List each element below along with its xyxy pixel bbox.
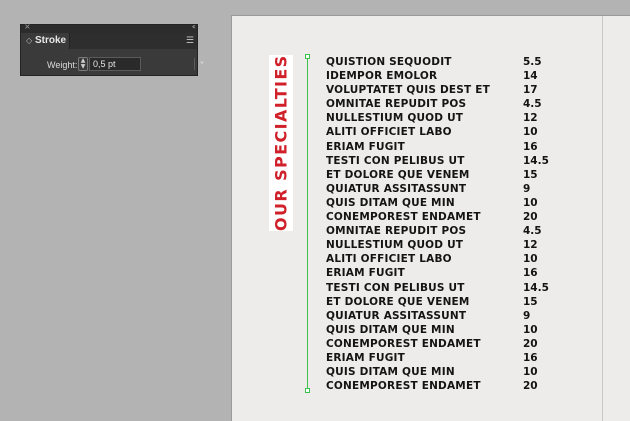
menu-item-price: 10: [523, 366, 538, 379]
menu-item: QUIS DITAM QUE MIN 10: [326, 366, 556, 380]
menu-item-price: 16: [523, 140, 538, 153]
menu-item: QUIS DITAM QUE MIN 10: [326, 324, 556, 338]
menu-item-price: 12: [523, 239, 538, 252]
menu-item-name: QUIS DITAM QUE MIN: [326, 366, 455, 379]
menu-item-name: ERIAM FUGIT: [326, 351, 405, 364]
panel-menu-icon[interactable]: ☰: [186, 36, 194, 46]
heading-text: OUR SPECIALTIES: [271, 54, 291, 231]
menu-item: ET DOLORE QUE VENEM 15: [326, 296, 556, 310]
menu-item-price: 14.5: [523, 154, 549, 167]
menu-item-price: 10: [523, 126, 538, 139]
weight-input[interactable]: 0,5 pt ▾: [89, 57, 204, 71]
menu-item-name: CONEMPOREST ENDAMET: [326, 211, 481, 224]
menu-item: IDEMPOR EMOLOR 14: [326, 70, 556, 84]
menu-item: TESTI CON PELIBUS UT 14.5: [326, 155, 556, 169]
menu-item-name: CONEMPOREST ENDAMET: [326, 337, 481, 350]
menu-item: TESTI CON PELIBUS UT 14.5: [326, 282, 556, 296]
menu-item-price: 14.5: [523, 281, 549, 294]
panel-header-bar[interactable]: × ‹‹: [21, 22, 197, 33]
menu-item-name: ALITI OFFICIET LABO: [326, 253, 452, 266]
menu-item-price: 5.5: [523, 56, 542, 68]
menu-item: ALITI OFFICIET LABO 10: [326, 126, 556, 140]
menu-item-name: OMNITAE REPUDIT POS: [326, 98, 467, 111]
menu-item-price: 4.5: [523, 98, 542, 111]
menu-item-price: 9: [523, 309, 531, 322]
tab-stroke[interactable]: ◇ Stroke: [23, 33, 70, 49]
menu-item-name: OMNITAE REPUDIT POS: [326, 225, 467, 238]
menu-item-name: IDEMPOR EMOLOR: [326, 70, 438, 83]
menu-item-price: 10: [523, 253, 538, 266]
chevron-down-icon[interactable]: ▾: [194, 58, 209, 70]
menu-item-price: 9: [523, 182, 531, 195]
menu-item-name: QUIATUR ASSITASSUNT: [326, 309, 467, 322]
menu-item-name: ERIAM FUGIT: [326, 140, 405, 153]
menu-item: ERIAM FUGIT 16: [326, 141, 556, 155]
menu-item: NULLESTIUM QUOD UT 12: [326, 112, 556, 126]
menu-item-price: 10: [523, 196, 538, 209]
menu-item-name: NULLESTIUM QUOD UT: [326, 239, 464, 252]
menu-item-price: 15: [523, 295, 538, 308]
menu-item-price: 16: [523, 351, 538, 364]
collapse-icon[interactable]: ‹‹: [192, 22, 197, 32]
menu-item: OMNITAE REPUDIT POS 4.5: [326, 225, 556, 239]
menu-item-name: CONEMPOREST ENDAMET: [326, 380, 481, 393]
menu-item-price: 20: [523, 380, 538, 393]
menu-item: ERIAM FUGIT 16: [326, 267, 556, 281]
heading-frame[interactable]: OUR SPECIALTIES: [269, 54, 293, 231]
line-handle-bottom[interactable]: [305, 388, 310, 393]
menu-item-name: ERIAM FUGIT: [326, 267, 405, 280]
menu-item-price: 14: [523, 70, 538, 83]
weight-value: 0,5 pt: [93, 59, 116, 69]
menu-item: ERIAM FUGIT 16: [326, 352, 556, 366]
selected-line[interactable]: [307, 56, 308, 391]
menu-item: VOLUPTATET QUIS DEST ET 17: [326, 84, 556, 98]
menu-item: CONEMPOREST ENDAMET 20: [326, 338, 556, 352]
stepper-down-icon[interactable]: ▼: [79, 64, 87, 70]
menu-item: QUIATUR ASSITASSUNT 9: [326, 183, 556, 197]
stroke-panel: × ‹‹ ◇ Stroke ☰ Weight: ▲ ▼ 0,5 pt ▾: [20, 22, 204, 76]
menu-item: QUIATUR ASSITASSUNT 9: [326, 310, 556, 324]
weight-stepper[interactable]: ▲ ▼: [78, 57, 88, 71]
line-handle-top[interactable]: [305, 54, 310, 59]
menu-item-price: 12: [523, 112, 538, 125]
menu-item-name: ALITI OFFICIET LABO: [326, 126, 452, 139]
menu-item-name: QUIS DITAM QUE MIN: [326, 323, 455, 336]
menu-item-price: 15: [523, 168, 538, 181]
weight-label: Weight:: [47, 60, 78, 70]
menu-item: ALITI OFFICIET LABO 10: [326, 253, 556, 267]
menu-item-name: ET DOLORE QUE VENEM: [326, 295, 470, 308]
menu-item-price: 16: [523, 267, 538, 280]
menu-item-name: QUIS DITAM QUE MIN: [326, 196, 455, 209]
menu-item-price: 10: [523, 323, 538, 336]
menu-item: CONEMPOREST ENDAMET 20: [326, 211, 556, 225]
menu-item-name: NULLESTIUM QUOD UT: [326, 112, 464, 125]
menu-item-name: ET DOLORE QUE VENEM: [326, 168, 470, 181]
menu-item-price: 20: [523, 337, 538, 350]
menu-item-price: 17: [523, 84, 538, 97]
menu-item-name: TESTI CON PELIBUS UT: [326, 154, 465, 167]
menu-item: QUIS DITAM QUE MIN 10: [326, 197, 556, 211]
menu-item-price: 20: [523, 211, 538, 224]
page-margin-guide: [602, 16, 603, 421]
tab-options-icon[interactable]: ◇: [26, 36, 32, 46]
menu-item-name: QUISTION SEQUODIT: [326, 56, 452, 68]
menu-item-name: TESTI CON PELIBUS UT: [326, 281, 465, 294]
menu-item-name: VOLUPTATET QUIS DEST ET: [326, 84, 490, 97]
menu-item-name: QUIATUR ASSITASSUNT: [326, 182, 467, 195]
menu-item: NULLESTIUM QUOD UT 12: [326, 239, 556, 253]
menu-list: QUISTION SEQUODIT 5.5 IDEMPOR EMOLOR 14 VOLU…: [326, 56, 556, 394]
tab-stroke-label: Stroke: [35, 35, 67, 46]
menu-item: CONEMPOREST ENDAMET 20: [326, 380, 556, 394]
menu-item: QUISTION SEQUODIT 5.5: [326, 56, 556, 70]
menu-item: ET DOLORE QUE VENEM 15: [326, 169, 556, 183]
close-icon[interactable]: ×: [24, 22, 31, 32]
menu-item: OMNITAE REPUDIT POS 4.5: [326, 98, 556, 112]
tab-strip: [70, 33, 197, 49]
menu-item-price: 4.5: [523, 225, 542, 238]
